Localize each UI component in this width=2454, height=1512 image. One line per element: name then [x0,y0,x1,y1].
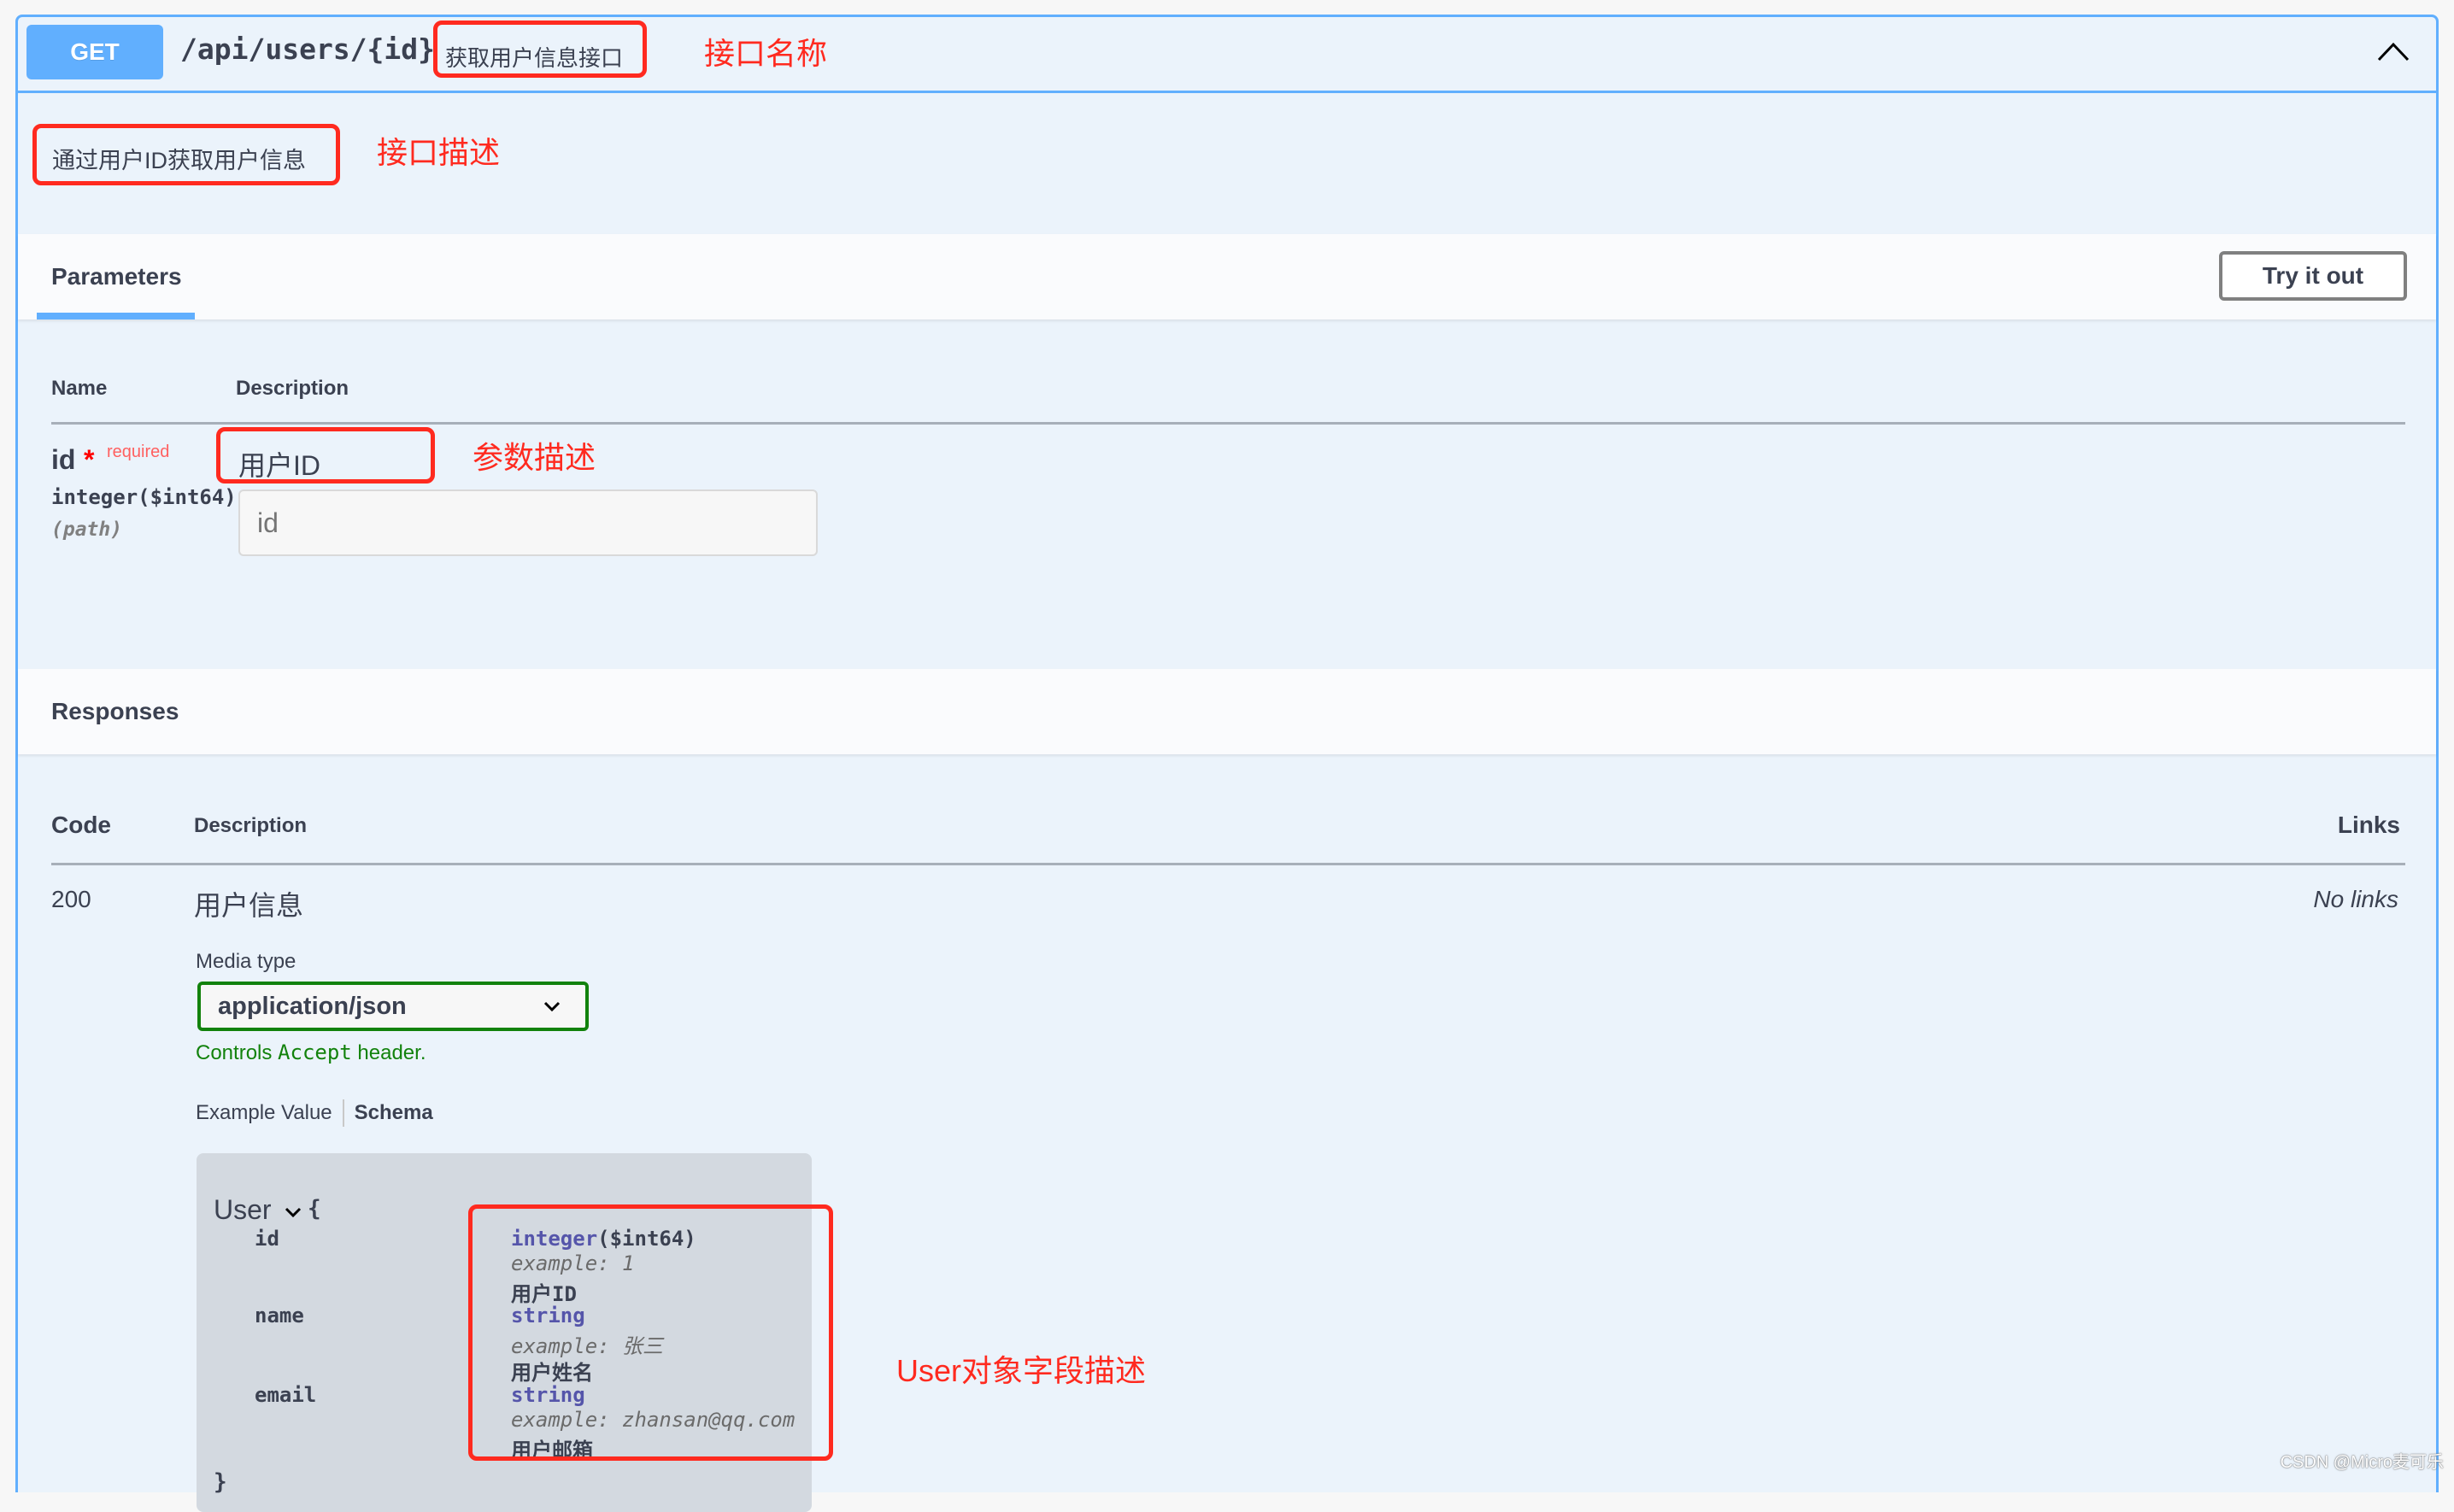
operation-path: /api/users/{id} [180,32,436,66]
chevron-down-icon [543,1001,561,1012]
resp-col-links: Links [2337,812,2400,838]
model-title[interactable]: User [214,1194,272,1226]
accept-note-prefix: Controls [196,1041,279,1064]
chevron-up-icon[interactable] [2376,39,2410,63]
responses-title: Responses [51,698,179,724]
operation-summary[interactable]: GET /api/users/{id} 获取用户信息接口 [18,17,2436,93]
parameters-header: Parameters Try it out [18,234,2436,319]
operation-block: GET /api/users/{id} 获取用户信息接口 通过用户ID获取用户信… [15,15,2439,1512]
param-header-divider [51,422,2405,425]
try-it-out-button[interactable]: Try it out [2219,251,2407,301]
accept-note-suffix: header. [351,1041,426,1064]
model-toggle-chevron-down-icon[interactable] [284,1206,302,1218]
resp-col-code: Code [51,812,111,838]
annotation-box-param [216,427,435,483]
schema-field-name: email [255,1383,317,1407]
model-open-brace: { [308,1196,321,1222]
resp-col-description: Description [194,814,308,837]
response-code: 200 [51,886,91,912]
annotation-param-label: 参数描述 [473,440,596,475]
schema-field-name: name [255,1304,304,1327]
param-name: id [51,444,76,475]
schema-field-name: id [255,1227,279,1251]
param-type: integer($int64) [51,485,237,509]
resp-header-divider [51,863,2405,865]
annotation-schema-label: User对象字段描述 [896,1353,1147,1388]
accept-note: Controls Accept header. [196,1040,426,1065]
media-type-select[interactable]: application/json [197,982,589,1031]
annotation-box-schema [468,1204,833,1461]
tab-parameters[interactable]: Parameters [51,263,182,290]
required-star: * [84,444,95,475]
annotation-desc-label: 接口描述 [377,135,501,170]
responses-header: Responses [18,669,2436,754]
tab-divider [342,1099,344,1127]
tab-example-value[interactable]: Example Value [196,1101,332,1125]
response-links: No links [2313,886,2398,912]
media-type-label: Media type [196,950,296,973]
media-type-value: application/json [218,993,407,1020]
tab-parameters-underline [37,313,195,319]
model-close-brace: } [214,1469,227,1495]
param-id-input[interactable] [238,489,818,556]
response-description: 用户信息 [194,890,304,921]
param-col-description: Description [236,377,349,400]
required-label: required [107,442,170,461]
method-badge: GET [26,25,163,79]
tab-schema[interactable]: Schema [355,1101,433,1125]
watermark: CSDN @Micro麦可乐 [2280,1453,2444,1472]
accept-note-code: Accept [278,1040,352,1064]
annotation-box-description [32,124,340,185]
annotation-name-label: 接口名称 [704,36,828,71]
param-col-name: Name [51,377,108,400]
param-location: (path) [51,519,123,541]
annotation-box-summary [433,21,647,78]
example-schema-tabs: Example Value Schema [196,1099,433,1127]
